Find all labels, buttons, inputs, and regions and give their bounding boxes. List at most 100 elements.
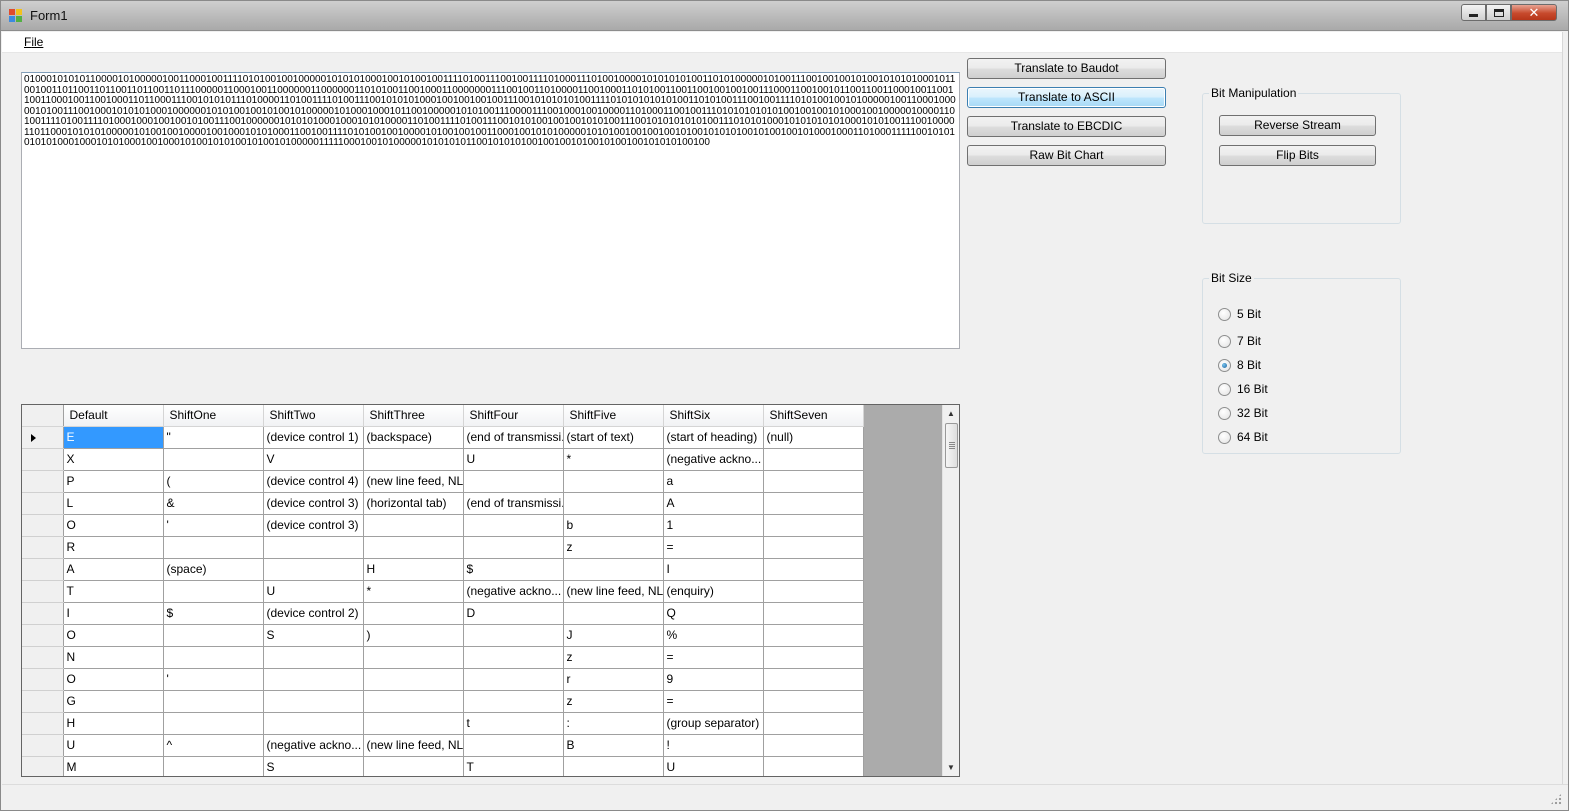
grid-cell[interactable]: [463, 734, 564, 757]
grid-cell[interactable]: [363, 536, 464, 559]
row-header[interactable]: [22, 448, 64, 471]
grid-cell[interactable]: [563, 470, 664, 493]
grid-cell[interactable]: R: [63, 536, 164, 559]
grid-cell[interactable]: (start of text): [563, 426, 664, 449]
grid-cell[interactable]: H: [63, 712, 164, 735]
grid-cell[interactable]: (device control 1): [263, 426, 364, 449]
translate-ascii-button[interactable]: Translate to ASCII: [967, 87, 1166, 108]
table-row[interactable]: T U * (negative ackno... (new line feed, NL)…: [22, 580, 864, 603]
radio-bit-size-1[interactable]: 7 Bit: [1218, 333, 1261, 349]
grid-cell[interactable]: [163, 756, 264, 776]
grid-cell[interactable]: [763, 470, 864, 493]
grid-cell[interactable]: L: [63, 492, 164, 515]
grid-cell[interactable]: (start of heading): [663, 426, 764, 449]
grid-cell[interactable]: !: [663, 734, 764, 757]
grid-cell[interactable]: (group separator): [663, 712, 764, 735]
grid-cell[interactable]: [763, 646, 864, 669]
translate-baudot-button[interactable]: Translate to Baudot: [967, 58, 1166, 79]
table-row[interactable]: Gz =: [22, 690, 864, 713]
grid-cell[interactable]: D: [463, 602, 564, 625]
grid-cell[interactable]: ^: [163, 734, 264, 757]
grid-cell[interactable]: O: [63, 514, 164, 537]
radio-dot-icon[interactable]: [1218, 358, 1231, 372]
row-header[interactable]: [22, 536, 64, 559]
grid-cell[interactable]: [363, 712, 464, 735]
grid-cell[interactable]: [463, 668, 564, 691]
scroll-down-icon[interactable]: ▼: [943, 759, 959, 776]
grid-cell[interactable]: [763, 712, 864, 735]
radio-dot-icon[interactable]: [1218, 406, 1231, 420]
column-header[interactable]: ShiftOne: [163, 405, 264, 427]
grid-cell[interactable]: [463, 690, 564, 713]
grid-cell[interactable]: %: [663, 624, 764, 647]
grid-cell[interactable]: (end of transmissi...: [463, 492, 564, 515]
row-header[interactable]: [22, 558, 64, 581]
character-grid[interactable]: Default ShiftOne ShiftTwo ShiftThree ShiftFo…: [21, 404, 960, 777]
grid-cell[interactable]: [263, 646, 364, 669]
grid-cell[interactable]: ): [363, 624, 464, 647]
grid-cell[interactable]: (negative ackno...: [663, 448, 764, 471]
grid-cell[interactable]: [463, 514, 564, 537]
reverse-stream-button[interactable]: Reverse Stream: [1219, 115, 1376, 136]
grid-cell[interactable]: =: [663, 646, 764, 669]
grid-cell[interactable]: (horizontal tab): [363, 492, 464, 515]
row-header[interactable]: [22, 470, 64, 493]
grid-cell[interactable]: ": [163, 426, 264, 449]
row-header[interactable]: [22, 580, 64, 603]
grid-cell[interactable]: [363, 668, 464, 691]
title-bar[interactable]: Form1 ✕: [1, 1, 1568, 31]
grid-cell[interactable]: z: [563, 646, 664, 669]
grid-cell[interactable]: [363, 448, 464, 471]
row-header[interactable]: [22, 492, 64, 515]
grid-cell[interactable]: =: [663, 536, 764, 559]
table-row[interactable]: Rz =: [22, 536, 864, 559]
grid-cell[interactable]: U: [263, 580, 364, 603]
grid-corner-header[interactable]: [22, 405, 64, 427]
grid-cell[interactable]: (space): [163, 558, 264, 581]
grid-cell[interactable]: [363, 756, 464, 776]
grid-cell[interactable]: N: [63, 646, 164, 669]
grid-cell[interactable]: O: [63, 668, 164, 691]
grid-cell[interactable]: [563, 558, 664, 581]
column-header[interactable]: ShiftThree: [363, 405, 464, 427]
grid-cell[interactable]: Q: [663, 602, 764, 625]
grid-cell[interactable]: $: [463, 558, 564, 581]
grid-cell[interactable]: (device control 3): [263, 492, 364, 515]
grid-cell[interactable]: t: [463, 712, 564, 735]
grid-cell[interactable]: [463, 536, 564, 559]
radio-bit-size-0[interactable]: 5 Bit: [1218, 306, 1261, 322]
row-header[interactable]: [22, 624, 64, 647]
table-row[interactable]: Ht: (group separator): [22, 712, 864, 735]
grid-cell[interactable]: J: [563, 624, 664, 647]
table-row[interactable]: L & (device control 3) (horizontal tab) (end…: [22, 492, 864, 515]
grid-cell[interactable]: (negative ackno...: [263, 734, 364, 757]
table-row[interactable]: P((device control 4) (new line feed, NL) a: [22, 470, 864, 493]
grid-cell[interactable]: 1: [663, 514, 764, 537]
grid-cell[interactable]: M: [63, 756, 164, 776]
radio-bit-size-3[interactable]: 16 Bit: [1218, 381, 1268, 397]
grid-cell[interactable]: (negative ackno...: [463, 580, 564, 603]
radio-dot-icon[interactable]: [1218, 334, 1231, 348]
table-row[interactable]: E " (device control 1) (backspace) (end of t…: [22, 426, 864, 449]
grid-cell[interactable]: [763, 558, 864, 581]
table-row[interactable]: U ^ (negative ackno... (new line feed, NL) B…: [22, 734, 864, 757]
grid-cell[interactable]: O: [63, 624, 164, 647]
scroll-thumb[interactable]: [945, 423, 958, 468]
radio-dot-icon[interactable]: [1218, 307, 1231, 321]
grid-cell[interactable]: (device control 4): [263, 470, 364, 493]
grid-cell[interactable]: (enquiry): [663, 580, 764, 603]
column-header[interactable]: ShiftFive: [563, 405, 664, 427]
grid-cell[interactable]: [763, 624, 864, 647]
scroll-up-icon[interactable]: ▲: [943, 405, 959, 422]
grid-cell[interactable]: [763, 448, 864, 471]
grid-cell[interactable]: [763, 602, 864, 625]
table-row[interactable]: MSTU: [22, 756, 864, 776]
grid-cell[interactable]: P: [63, 470, 164, 493]
grid-cell[interactable]: [763, 492, 864, 515]
table-row[interactable]: X V U * (negative ackno...: [22, 448, 864, 471]
grid-cell[interactable]: X: [63, 448, 164, 471]
row-header[interactable]: [22, 734, 64, 757]
grid-cell[interactable]: [163, 624, 264, 647]
grid-cell[interactable]: a: [663, 470, 764, 493]
grid-cell[interactable]: A: [63, 558, 164, 581]
